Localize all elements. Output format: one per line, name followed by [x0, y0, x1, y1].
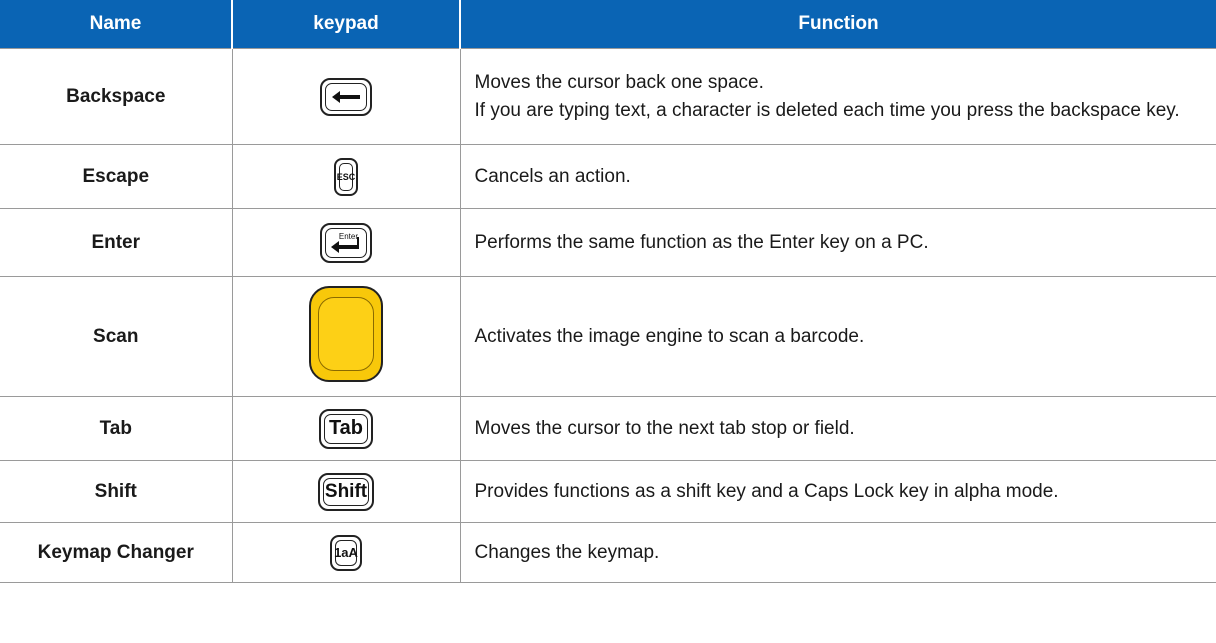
row-name: Backspace: [0, 48, 233, 145]
table-row: Keymap Changer 1aA Changes the keymap.: [0, 522, 1216, 583]
tab-key-icon: Tab: [319, 408, 373, 449]
keypad-cell: Enter: [231, 208, 461, 277]
scan-key-icon: [309, 285, 383, 382]
row-function: Moves the cursor to the next tab stop or…: [459, 396, 1216, 461]
header-name: Name: [0, 0, 233, 49]
keypad-cell: Shift: [231, 460, 461, 523]
row-function: Provides functions as a shift key and a …: [459, 460, 1216, 523]
table-row: Escape ESC Cancels an action.: [0, 144, 1216, 209]
keypad-cell: ESC: [231, 144, 461, 209]
row-function: Changes the keymap.: [459, 522, 1216, 583]
keypad-cell: 1aA: [231, 522, 461, 583]
keymap-changer-key-icon: 1aA: [330, 534, 362, 571]
function-line: Cancels an action.: [474, 165, 631, 187]
row-name: Escape: [0, 144, 233, 209]
enter-key-icon: Enter: [320, 222, 372, 263]
backspace-key-icon: [320, 77, 372, 116]
esc-key-icon: ESC: [334, 157, 358, 196]
function-line: If you are typing text, a character is d…: [474, 99, 1180, 121]
row-name: Keymap Changer: [0, 522, 233, 583]
row-name: Enter: [0, 208, 233, 277]
function-line: Changes the keymap.: [474, 541, 660, 563]
table-header-row: Name keypad Function: [0, 0, 1216, 49]
keypad-cell: [231, 276, 461, 397]
shift-key-icon: Shift: [318, 472, 374, 511]
keypad-function-table: Name keypad Function Backspace Moves the…: [0, 0, 1216, 583]
row-function: Moves the cursor back one space. If you …: [459, 48, 1216, 145]
row-function: Activates the image engine to scan a bar…: [459, 276, 1216, 397]
function-line: Moves the cursor to the next tab stop or…: [474, 417, 855, 439]
table-row: Enter Enter Performs the same function a…: [0, 208, 1216, 277]
header-function: Function: [460, 0, 1216, 49]
table-row: Tab Tab Moves the cursor to the next tab…: [0, 396, 1216, 461]
row-name: Scan: [0, 276, 233, 397]
function-line: Provides functions as a shift key and a …: [474, 480, 1059, 502]
row-function: Cancels an action.: [459, 144, 1216, 209]
header-keypad: keypad: [232, 0, 461, 49]
table-row: Shift Shift Provides functions as a shif…: [0, 460, 1216, 523]
row-name: Tab: [0, 396, 233, 461]
row-name: Shift: [0, 460, 233, 523]
keypad-cell: Tab: [231, 396, 461, 461]
function-line: Moves the cursor back one space.: [474, 71, 764, 93]
row-function: Performs the same function as the Enter …: [459, 208, 1216, 277]
function-line: Activates the image engine to scan a bar…: [474, 325, 865, 347]
table-row: Scan Activates the image engine to scan …: [0, 276, 1216, 397]
table-row: Backspace Moves the cursor back one spac…: [0, 48, 1216, 145]
keypad-cell: [231, 48, 461, 145]
function-line: Performs the same function as the Enter …: [474, 231, 929, 253]
